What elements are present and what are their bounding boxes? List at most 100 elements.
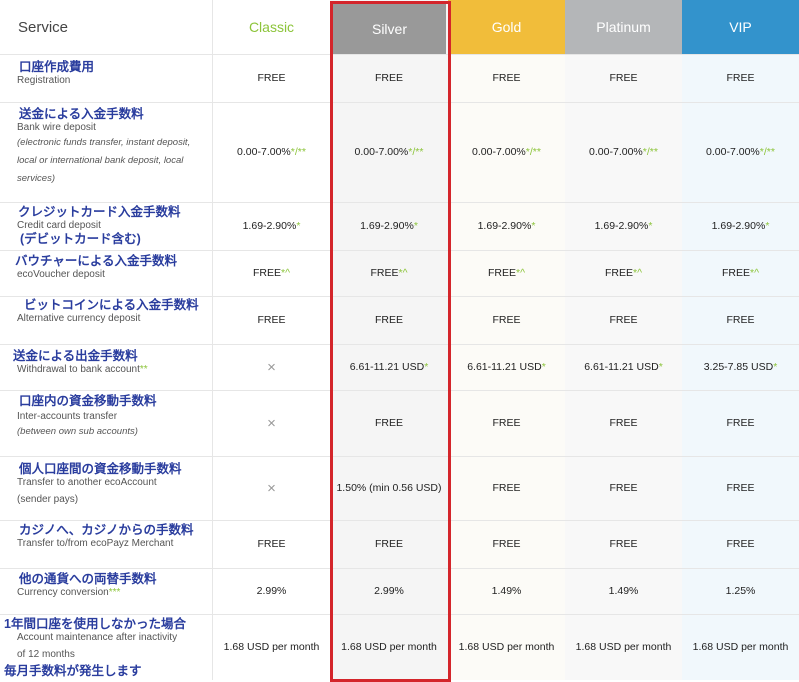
fee-cell: FREE *^: [604, 267, 643, 279]
fee-cell: FREE: [726, 538, 755, 550]
fee-cell: 0.00-7.00% */**: [237, 146, 306, 158]
service-en-label: Credit card deposit: [17, 220, 101, 231]
service-en-label-2: of 12 months: [17, 649, 75, 660]
fee-cell: 2.99%: [374, 585, 404, 597]
fee-cell: FREE: [726, 417, 755, 429]
fee-cell: 0.00-7.00% */**: [589, 146, 658, 158]
not-available-icon: ×: [267, 479, 276, 497]
service-note: (between own sub accounts): [17, 426, 138, 437]
service-en-label: ecoVoucher deposit: [17, 269, 105, 280]
service-cell: カジノへ、カジノからの手数料 Transfer to/from ecoPayz …: [0, 523, 212, 550]
fee-cell: 0.00-7.00% */**: [706, 146, 775, 158]
fee-cell: FREE *^: [721, 267, 760, 279]
fee-cell: FREE: [726, 72, 755, 84]
tier-header-silver: Silver: [333, 3, 446, 54]
service-en-label: Withdrawal to bank account**: [17, 364, 148, 375]
fee-cell: 3.25-7.85 USD *: [703, 361, 778, 373]
fee-cell: 1.50% (min 0.56 USD): [336, 482, 442, 494]
fee-cell: 0.00-7.00% */**: [472, 146, 541, 158]
fee-cell: 1.68 USD per month: [341, 641, 437, 653]
service-en-label: Transfer to another ecoAccount: [17, 477, 157, 488]
service-jp-label: ビットコインによる入金手数料: [24, 298, 199, 312]
service-en-label: Bank wire deposit: [17, 122, 96, 133]
fee-cell: 1.68 USD per month: [575, 641, 672, 653]
service-jp-label: 個人口座間の資金移動手数料: [19, 462, 182, 476]
fee-cell: ×: [213, 344, 330, 390]
tier-header-gold: Gold: [448, 0, 565, 54]
fee-cell: FREE: [492, 72, 521, 84]
fee-cell: FREE: [374, 72, 403, 84]
service-en-label: Currency conversion***: [17, 587, 121, 598]
service-cell: 送金による出金手数料 Withdrawal to bank account**: [0, 349, 212, 376]
service-cell: 他の通貨への両替手数料 Currency conversion***: [0, 572, 212, 599]
service-en-label: Inter-accounts transfer: [17, 411, 118, 422]
fee-cell: FREE: [609, 72, 638, 84]
fee-cell: 1.49%: [608, 585, 639, 597]
fee-cell: 1.68 USD per month: [692, 641, 789, 653]
fee-cell: FREE *^: [370, 267, 408, 279]
fee-cell: FREE: [609, 538, 638, 550]
tier-label-classic: Classic: [248, 19, 295, 35]
fee-cell: FREE: [609, 482, 638, 494]
fee-cell: 6.61-11.21 USD *: [467, 361, 546, 373]
fee-cell: FREE: [492, 314, 521, 326]
service-jp-label: 口座作成費用: [19, 60, 95, 74]
fee-cell: ×: [213, 390, 330, 456]
fee-cell: 1.69-2.90% *: [242, 220, 301, 232]
service-cell: バウチャーによる入金手数料 ecoVoucher deposit: [0, 254, 212, 281]
service-cell: 個人口座間の資金移動手数料 Transfer to another ecoAcc…: [0, 462, 212, 506]
service-en-label: Transfer to/from ecoPayz Merchant: [17, 538, 174, 549]
fee-cell: 1.49%: [491, 585, 522, 597]
service-cell: 1年間口座を使用しなかった場合 Account maintenance afte…: [0, 617, 212, 678]
service-cell: 口座作成費用 Registration: [0, 60, 212, 87]
not-available-icon: ×: [267, 358, 276, 376]
fee-cell: FREE: [609, 314, 638, 326]
tier-label-vip: VIP: [729, 19, 752, 35]
fee-cell: 6.61-11.21 USD *: [584, 361, 663, 373]
fee-cell: FREE: [726, 482, 755, 494]
tier-header-platinum: Platinum: [565, 0, 682, 54]
tier-label-gold: Gold: [491, 19, 522, 35]
service-cell: クレジットカード入金手数料 Credit card deposit (デビットカ…: [0, 205, 212, 246]
tier-header-classic: Classic: [213, 0, 330, 54]
service-cell: 送金による入金手数料 Bank wire deposit (electronic…: [0, 107, 212, 188]
service-cell: 口座内の資金移動手数料 Inter-accounts transfer (bet…: [0, 394, 212, 441]
fee-cell: 1.69-2.90% *: [360, 220, 418, 232]
fee-cell: FREE *^: [487, 267, 526, 279]
fee-cell: 2.99%: [256, 585, 287, 597]
fee-cell: FREE: [609, 417, 638, 429]
service-jp-sublabel: (デビットカード含む): [20, 232, 141, 246]
service-jp-label: 他の通貨への両替手数料: [19, 572, 157, 586]
service-jp-label: クレジットカード入金手数料: [18, 205, 181, 219]
service-jp-label: 送金による入金手数料: [19, 107, 144, 121]
service-jp-label: バウチャーによる入金手数料: [15, 254, 178, 268]
service-note: (sender pays): [17, 494, 79, 505]
fee-cell: 1.25%: [725, 585, 756, 597]
fee-comparison-table: Service Classic Silver Gold Platinum VIP…: [0, 0, 799, 682]
fee-cell: FREE: [374, 314, 403, 326]
not-available-icon: ×: [267, 414, 276, 432]
fee-cell: 1.69-2.90% *: [594, 220, 653, 232]
service-en-label: Alternative currency deposit: [17, 313, 141, 324]
fee-cell: 1.69-2.90% *: [477, 220, 536, 232]
service-jp-label: 送金による出金手数料: [13, 349, 138, 363]
fee-cell: ×: [213, 456, 330, 520]
tier-header-vip: VIP: [682, 0, 799, 54]
fee-cell: FREE: [374, 538, 403, 550]
tier-label-silver: Silver: [371, 20, 407, 37]
service-note: (electronic funds transfer, instant depo…: [17, 137, 191, 184]
fee-cell: 6.61-11.21 USD *: [349, 361, 429, 373]
fee-cell: 1.69-2.90% *: [711, 220, 770, 232]
fee-cell: FREE: [492, 538, 521, 550]
service-en-label: Registration: [17, 75, 71, 86]
service-header-label: Service: [18, 18, 69, 36]
service-jp-sublabel: 毎月手数料が発生します: [4, 664, 142, 678]
service-cell: ビットコインによる入金手数料 Alternative currency depo…: [0, 298, 212, 325]
fee-cell: FREE: [257, 538, 286, 550]
fee-cell: 1.68 USD per month: [458, 641, 555, 653]
fee-cell: 0.00-7.00% */**: [354, 146, 424, 158]
tier-label-platinum: Platinum: [596, 19, 651, 35]
fee-cell: 1.68 USD per month: [223, 641, 320, 653]
fee-cell: FREE: [492, 482, 521, 494]
service-jp-label: 口座内の資金移動手数料: [19, 394, 157, 408]
